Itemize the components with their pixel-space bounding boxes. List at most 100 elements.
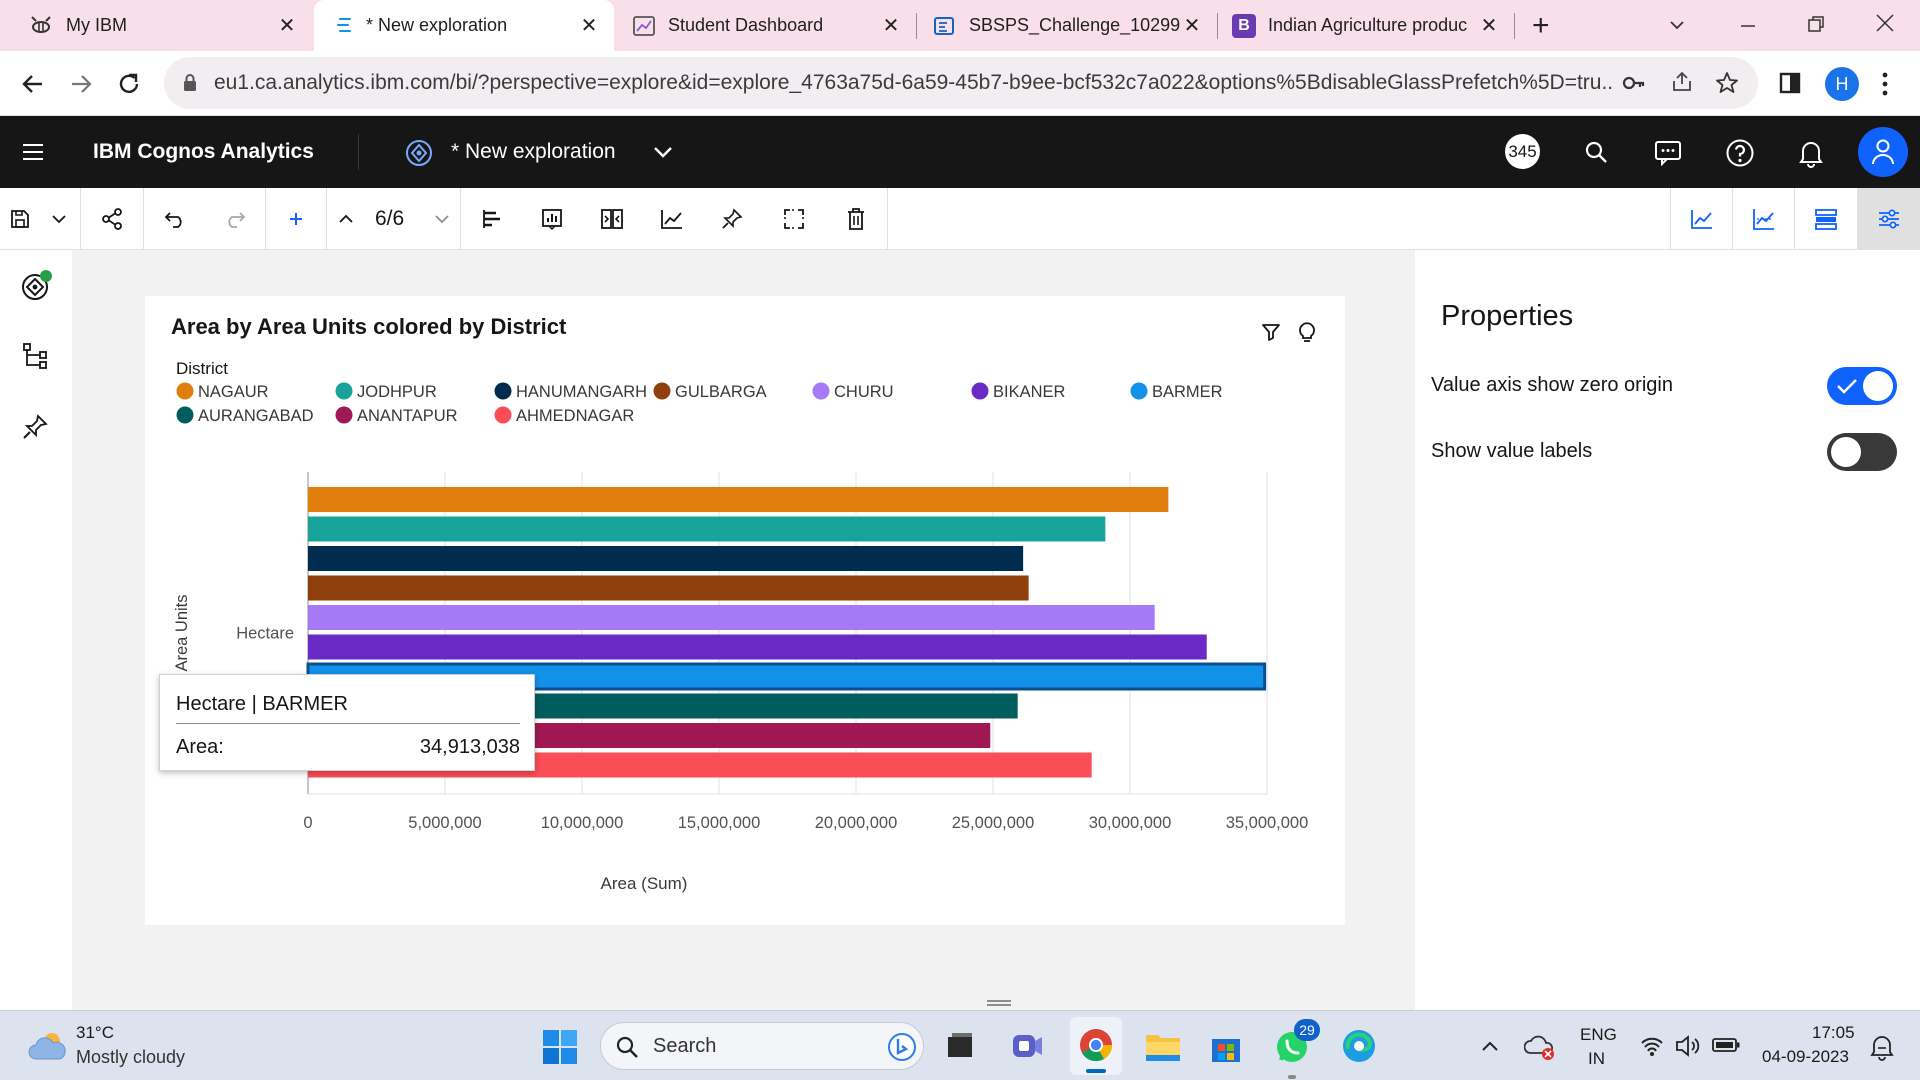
- language-secondary[interactable]: IN: [1588, 1049, 1605, 1069]
- minimize-icon[interactable]: [1738, 16, 1758, 36]
- profile-avatar[interactable]: H: [1825, 67, 1859, 101]
- legend-item-hanumangarh[interactable]: HANUMANGARH: [516, 383, 647, 401]
- site-info-icon[interactable]: [182, 73, 198, 93]
- task-view-icon[interactable]: [944, 1031, 976, 1061]
- share-icon[interactable]: [1670, 70, 1694, 94]
- add-button[interactable]: [267, 188, 325, 250]
- legend-item-churu[interactable]: CHURU: [834, 383, 894, 401]
- bar-jodhpur[interactable]: [308, 516, 1106, 542]
- volume-icon[interactable]: [1674, 1033, 1702, 1059]
- bar-bikaner[interactable]: [308, 634, 1207, 660]
- windows-start-icon[interactable]: [542, 1029, 578, 1065]
- notification-center-icon[interactable]: [1868, 1033, 1896, 1061]
- browser-menu-icon[interactable]: [1878, 71, 1892, 97]
- filter-icon[interactable]: [1260, 321, 1282, 343]
- value-labels-toggle[interactable]: [1827, 433, 1897, 471]
- notification-count-badge[interactable]: 345: [1505, 134, 1540, 169]
- help-icon[interactable]: [1725, 138, 1755, 168]
- omnibox[interactable]: eu1.ca.analytics.ibm.com/bi/?perspective…: [164, 57, 1758, 109]
- wifi-icon[interactable]: [1640, 1035, 1664, 1057]
- lightbulb-icon[interactable]: [1297, 320, 1317, 344]
- close-window-icon[interactable]: [1874, 12, 1896, 34]
- file-explorer-icon[interactable]: [1144, 1029, 1182, 1063]
- hamburger-menu-icon[interactable]: [22, 142, 44, 162]
- chrome-taskbar-button[interactable]: [1070, 1017, 1122, 1075]
- user-profile-button[interactable]: [1858, 127, 1908, 177]
- analytics-panel-button[interactable]: [1733, 188, 1794, 250]
- taskbar-search-box[interactable]: Search: [600, 1022, 924, 1070]
- notifications-bell-icon[interactable]: [1798, 138, 1824, 168]
- next-card-button[interactable]: [424, 188, 460, 250]
- fit-to-screen-button[interactable]: [764, 188, 824, 250]
- save-button[interactable]: [0, 188, 40, 250]
- canvas-resize-handle[interactable]: [987, 1000, 1011, 1006]
- bar-gulbarga[interactable]: [308, 575, 1029, 601]
- search-icon[interactable]: [1584, 140, 1608, 164]
- reload-icon[interactable]: [115, 70, 143, 98]
- chart-card[interactable]: Area by Area Units colored by District Di…: [145, 296, 1345, 925]
- password-key-icon[interactable]: [1622, 73, 1646, 93]
- delete-button[interactable]: [826, 188, 886, 250]
- back-icon[interactable]: [20, 71, 46, 97]
- undo-button[interactable]: [145, 188, 205, 250]
- zero-origin-toggle[interactable]: [1827, 367, 1897, 405]
- whatsapp-taskbar-button[interactable]: 29: [1272, 1019, 1320, 1079]
- teams-chat-icon[interactable]: [1010, 1029, 1044, 1063]
- data-tree-button[interactable]: [22, 342, 50, 370]
- visualization-panel-button[interactable]: [1671, 188, 1732, 250]
- legend-swatch[interactable]: [176, 406, 194, 424]
- clock-time[interactable]: 17:05: [1812, 1023, 1855, 1043]
- forward-icon[interactable]: [68, 71, 94, 97]
- bar-hanumangarh[interactable]: [308, 546, 1024, 571]
- legend-item-ahmednagar[interactable]: AHMEDNAGAR: [516, 407, 634, 425]
- save-menu-button[interactable]: [40, 188, 78, 250]
- bar-nagaur[interactable]: [308, 487, 1169, 512]
- tab-new-exploration[interactable]: * New exploration ✕: [314, 0, 614, 51]
- legend-item-bikaner[interactable]: BIKANER: [993, 383, 1066, 401]
- share-button[interactable]: [82, 188, 142, 250]
- close-icon[interactable]: ✕: [578, 14, 600, 37]
- close-icon[interactable]: ✕: [276, 14, 298, 37]
- legend-swatch[interactable]: [1130, 382, 1148, 400]
- legend-swatch[interactable]: [653, 382, 671, 400]
- hidden-icons-chevron-icon[interactable]: [1480, 1039, 1500, 1053]
- assistant-button[interactable]: [18, 268, 54, 304]
- side-panel-icon[interactable]: [1778, 71, 1802, 95]
- bar-chart[interactable]: Area by Area Units colored by District Di…: [145, 296, 1345, 925]
- edge-icon[interactable]: [1340, 1027, 1378, 1065]
- close-icon[interactable]: ✕: [1181, 14, 1203, 37]
- bookmark-star-icon[interactable]: [1714, 70, 1740, 96]
- legend-item-anantapur[interactable]: ANANTAPUR: [357, 407, 458, 425]
- tab-my-ibm[interactable]: My IBM ✕: [0, 0, 312, 51]
- legend-swatch[interactable]: [812, 382, 830, 400]
- legend-swatch[interactable]: [971, 382, 989, 400]
- redo-button[interactable]: [205, 188, 265, 250]
- close-icon[interactable]: ✕: [1478, 14, 1500, 37]
- restore-icon[interactable]: [1806, 14, 1826, 34]
- exploration-title[interactable]: * New exploration: [451, 140, 616, 164]
- legend-swatch[interactable]: [176, 382, 194, 400]
- swap-button[interactable]: [582, 188, 642, 250]
- legend-item-barmer[interactable]: BARMER: [1152, 383, 1223, 401]
- chat-icon[interactable]: [1654, 140, 1682, 166]
- chevron-down-icon[interactable]: [652, 144, 674, 160]
- pins-button[interactable]: [22, 414, 50, 442]
- onedrive-status-icon[interactable]: [1524, 1033, 1556, 1061]
- weather-cloud-icon[interactable]: [26, 1029, 68, 1063]
- legend-swatch[interactable]: [494, 406, 512, 424]
- microsoft-store-icon[interactable]: [1208, 1029, 1244, 1065]
- legend-swatch[interactable]: [335, 406, 353, 424]
- legend-item-nagaur[interactable]: NAGAUR: [198, 383, 269, 401]
- fields-panel-button[interactable]: [1795, 188, 1856, 250]
- previous-card-button[interactable]: [328, 188, 364, 250]
- sort-button[interactable]: [462, 188, 522, 250]
- language-primary[interactable]: ENG: [1580, 1025, 1617, 1045]
- pin-button[interactable]: [702, 188, 762, 250]
- bar-churu[interactable]: [308, 605, 1155, 630]
- clock-date[interactable]: 04-09-2023: [1762, 1047, 1849, 1067]
- close-icon[interactable]: ✕: [880, 14, 902, 37]
- new-tab-button[interactable]: +: [1532, 9, 1550, 43]
- insights-button[interactable]: [522, 188, 582, 250]
- legend-swatch[interactable]: [494, 382, 512, 400]
- legend-swatch[interactable]: [335, 382, 353, 400]
